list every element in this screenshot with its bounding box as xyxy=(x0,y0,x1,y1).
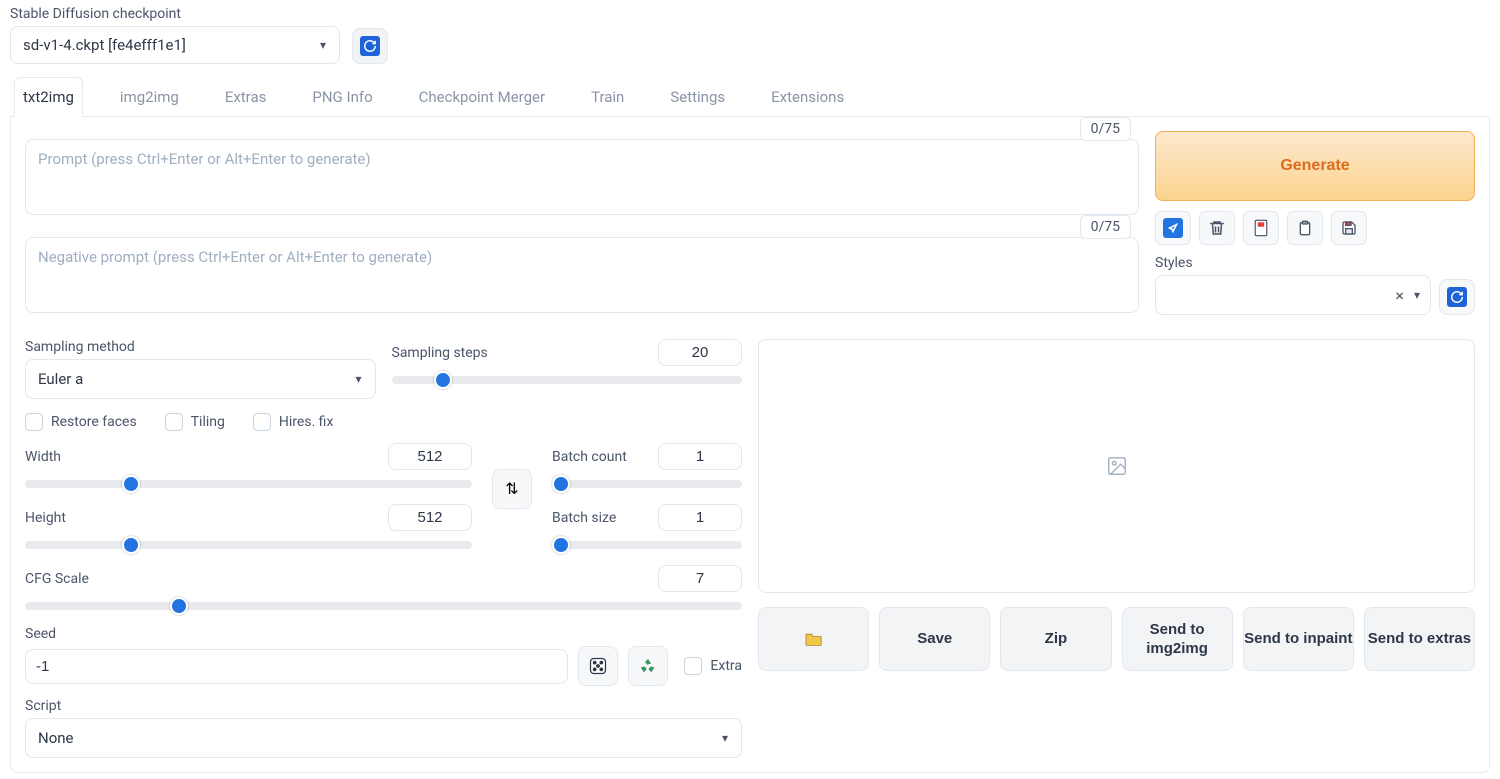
paste-button[interactable] xyxy=(1287,211,1323,245)
tiling-checkbox[interactable]: Tiling xyxy=(165,413,225,431)
trash-icon xyxy=(1208,219,1226,237)
tab-img2img[interactable]: img2img xyxy=(111,77,188,117)
send-inpaint-button[interactable]: Send to inpaint xyxy=(1243,607,1354,671)
batch-size-label: Batch size xyxy=(552,510,616,526)
extra-networks-button[interactable] xyxy=(1243,211,1279,245)
save-icon xyxy=(1341,220,1357,236)
output-preview xyxy=(758,339,1475,593)
script-value: None xyxy=(38,729,74,747)
refresh-checkpoints-button[interactable] xyxy=(352,28,388,64)
batch-size-value[interactable] xyxy=(658,504,742,531)
tab-pnginfo[interactable]: PNG Info xyxy=(303,77,381,117)
sampling-method-select[interactable]: Euler a xyxy=(25,359,376,399)
card-icon xyxy=(1253,219,1269,237)
arrow-icon xyxy=(1163,218,1183,238)
image-placeholder-icon xyxy=(1106,455,1128,477)
cfg-value[interactable] xyxy=(658,565,742,592)
prompt-input[interactable] xyxy=(25,139,1139,215)
neg-prompt-counter: 0/75 xyxy=(1080,215,1131,239)
batch-count-label: Batch count xyxy=(552,449,627,465)
save-button[interactable]: Save xyxy=(879,607,990,671)
tab-extras[interactable]: Extras xyxy=(216,77,276,117)
batch-size-slider[interactable] xyxy=(552,541,742,549)
height-slider[interactable] xyxy=(25,541,472,549)
negative-prompt-input[interactable] xyxy=(25,237,1139,313)
arrow-button[interactable] xyxy=(1155,211,1191,245)
sampling-steps-slider[interactable] xyxy=(392,376,743,384)
swap-icon: ⇅ xyxy=(505,479,518,499)
tab-extensions[interactable]: Extensions xyxy=(762,77,853,117)
width-slider[interactable] xyxy=(25,480,472,488)
clear-button[interactable] xyxy=(1199,211,1235,245)
send-img2img-button[interactable]: Send to img2img xyxy=(1122,607,1233,671)
styles-select[interactable]: × ▾ xyxy=(1155,275,1431,315)
send-extras-button[interactable]: Send to extras xyxy=(1364,607,1475,671)
seed-label: Seed xyxy=(25,626,742,642)
prompt-counter: 0/75 xyxy=(1080,117,1131,141)
script-select[interactable]: None xyxy=(25,718,742,758)
recycle-icon xyxy=(638,656,658,676)
refresh-icon xyxy=(360,36,380,56)
script-label: Script xyxy=(25,698,742,714)
checkpoint-value: sd-v1-4.ckpt [fe4efff1e1] xyxy=(23,36,186,54)
height-value[interactable] xyxy=(388,504,472,531)
folder-icon xyxy=(804,631,824,647)
tab-train[interactable]: Train xyxy=(582,77,633,117)
zip-button[interactable]: Zip xyxy=(1000,607,1111,671)
batch-count-value[interactable] xyxy=(658,443,742,470)
apply-style-button[interactable] xyxy=(1439,279,1475,315)
sampling-method-label: Sampling method xyxy=(25,339,376,355)
width-value[interactable] xyxy=(388,443,472,470)
sampling-steps-label: Sampling steps xyxy=(392,345,488,361)
seed-input[interactable] xyxy=(25,649,568,684)
chevron-down-icon: ▾ xyxy=(1414,288,1420,302)
refresh-icon xyxy=(1447,287,1467,307)
reuse-seed-button[interactable] xyxy=(628,646,668,686)
sampling-steps-value[interactable] xyxy=(658,339,742,366)
styles-label: Styles xyxy=(1155,255,1475,271)
width-label: Width xyxy=(25,449,61,465)
close-icon[interactable]: × xyxy=(1395,286,1404,305)
cfg-slider[interactable] xyxy=(25,602,742,610)
tab-settings[interactable]: Settings xyxy=(661,77,734,117)
generate-button[interactable]: Generate xyxy=(1155,131,1475,201)
tab-txt2img[interactable]: txt2img xyxy=(14,77,83,117)
dice-icon xyxy=(588,656,608,676)
tab-checkpoint-merger[interactable]: Checkpoint Merger xyxy=(410,77,554,117)
height-label: Height xyxy=(25,510,66,526)
clipboard-icon xyxy=(1297,219,1313,237)
main-tabs: txt2img img2img Extras PNG Info Checkpoi… xyxy=(10,76,1490,117)
cfg-label: CFG Scale xyxy=(25,571,89,587)
save-style-button[interactable] xyxy=(1331,211,1367,245)
open-folder-button[interactable] xyxy=(758,607,869,671)
swap-dimensions-button[interactable]: ⇅ xyxy=(492,469,532,509)
restore-faces-checkbox[interactable]: Restore faces xyxy=(25,413,137,431)
random-seed-button[interactable] xyxy=(578,646,618,686)
checkpoint-select[interactable]: sd-v1-4.ckpt [fe4efff1e1] xyxy=(10,26,340,64)
checkpoint-label: Stable Diffusion checkpoint xyxy=(10,6,340,22)
hires-fix-checkbox[interactable]: Hires. fix xyxy=(253,413,334,431)
batch-count-slider[interactable] xyxy=(552,480,742,488)
seed-extra-checkbox[interactable]: Extra xyxy=(684,657,742,675)
sampling-method-value: Euler a xyxy=(38,370,83,388)
